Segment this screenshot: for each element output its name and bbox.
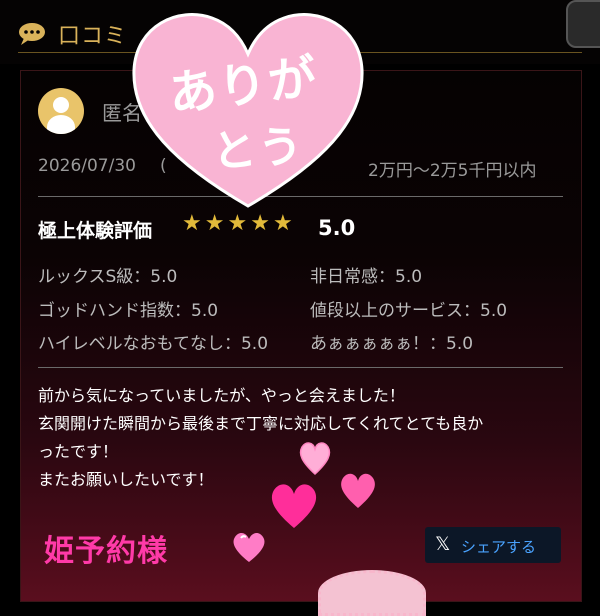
attribute-rating: ゴッドハンド指数：5.0	[38, 301, 219, 321]
star-rating: ★ ★ ★ ★ ★	[182, 213, 293, 235]
attribute-rating: 非日常感：5.0	[310, 267, 423, 287]
speech-bubble-icon	[19, 23, 45, 45]
star-icon: ★	[227, 211, 248, 236]
rating-value: 5.0	[318, 216, 356, 240]
x-logo-icon: 𝕏	[435, 533, 451, 555]
avatar-body-icon	[47, 115, 75, 134]
review-body: 前から気になっていましたが、やっと会えました！ 玄関開けた瞬間から最後まで丁寧に…	[38, 382, 568, 494]
attribute-rating: あぁぁぁぁぁ！：5.0	[310, 334, 474, 354]
star-icon: ★	[182, 211, 202, 236]
rating-label: 極上体験評価	[38, 220, 153, 242]
divider-bottom	[38, 367, 563, 368]
corner-button[interactable]	[566, 0, 600, 48]
heart-sticker-icon	[299, 442, 331, 476]
hime-reservation-label: 姫予約様	[44, 534, 168, 569]
thanks-line-2: とう	[210, 120, 306, 179]
heart-emoji-icon	[233, 533, 265, 562]
section-title: 口コミ	[58, 24, 128, 49]
attribute-rating: ルックスS級：5.0	[38, 267, 178, 287]
lace-sticker	[318, 570, 426, 616]
heart-sticker-icon	[271, 484, 317, 528]
share-label: シェアする	[461, 538, 537, 556]
price-range: 2万円〜2万5千円以内	[368, 161, 537, 181]
review-line: 玄関開けた瞬間から最後まで丁寧に対応してくれてとても良か	[38, 414, 484, 433]
star-icon: ★	[250, 211, 270, 236]
attribute-rating: 値段以上のサービス：5.0	[310, 301, 508, 321]
heart-sticker-icon	[341, 473, 375, 508]
review-line: 前から気になっていましたが、やっと会えました！	[38, 386, 405, 405]
star-icon: ★	[204, 211, 225, 236]
avatar-head-icon	[53, 97, 69, 113]
star-icon: ★	[272, 211, 293, 236]
review-date: 2026/07/30	[38, 156, 136, 176]
avatar	[38, 88, 84, 134]
attribute-rating: ハイレベルなおもてなし：5.0	[38, 334, 269, 354]
share-button[interactable]: 𝕏 シェアする	[425, 527, 561, 563]
